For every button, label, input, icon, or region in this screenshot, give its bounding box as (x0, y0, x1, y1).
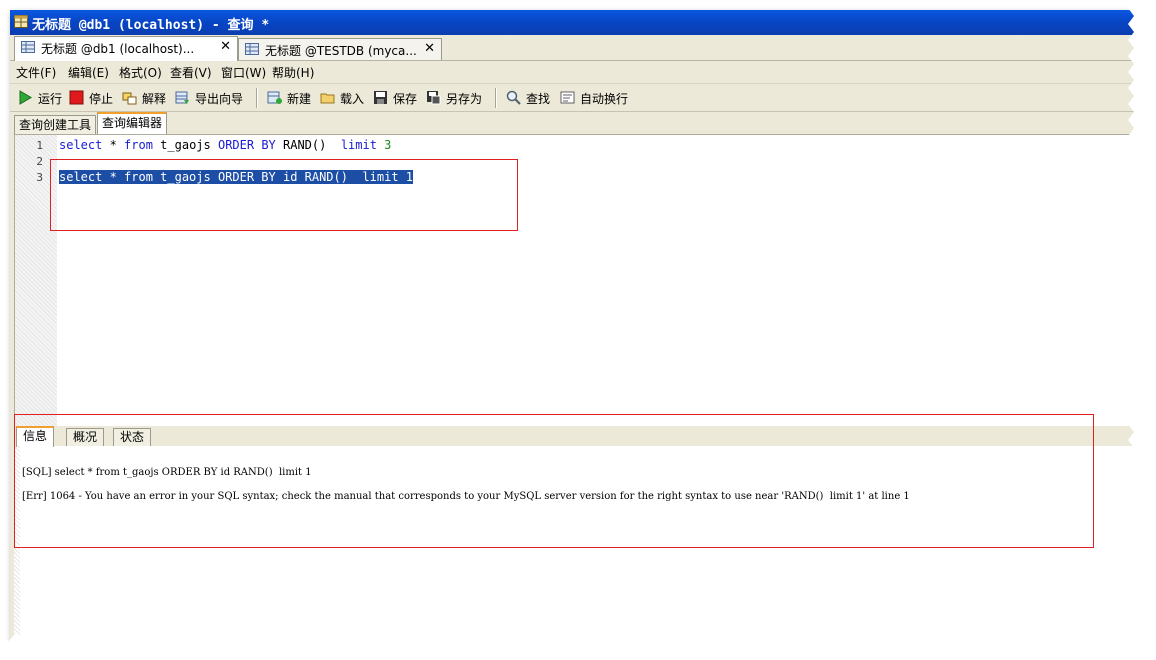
menu-format[interactable]: 格式(O) (119, 64, 162, 81)
export-wizard-button[interactable]: 导出向导 (175, 88, 249, 108)
word-wrap-button[interactable]: 自动换行 (560, 88, 634, 108)
highlight-box-error (14, 414, 1094, 548)
query-window: 无标题 @db1 (localhost) - 查询 * 无标题 @db1 (lo… (10, 10, 1138, 642)
menu-view[interactable]: 查看(V) (170, 64, 212, 81)
run-button[interactable]: 运行 (18, 88, 68, 108)
menu-window[interactable]: 窗口(W) (221, 64, 266, 81)
menu-edit[interactable]: 编辑(E) (68, 64, 109, 81)
torn-edge-bottom (0, 633, 1156, 660)
find-button[interactable]: 查找 (506, 88, 556, 108)
save-button[interactable]: 保存 (373, 88, 423, 108)
explain-icon (122, 92, 137, 105)
query-grid-icon (245, 43, 259, 55)
magnifier-icon (506, 90, 521, 105)
stop-button[interactable]: 停止 (69, 88, 119, 108)
play-icon (19, 90, 32, 105)
line-number: 3 (36, 171, 43, 184)
toolbar-separator (256, 88, 258, 108)
new-button[interactable]: 新建 (267, 88, 317, 108)
stop-icon (69, 90, 84, 105)
new-query-icon (267, 91, 282, 104)
doc-tab-label: 无标题 @db1 (localhost)... (41, 42, 195, 56)
word-wrap-icon (560, 91, 575, 104)
menu-help[interactable]: 帮助(H) (272, 64, 314, 81)
explain-button[interactable]: 解释 (122, 88, 172, 108)
folder-icon (320, 93, 335, 104)
query-grid-icon (21, 41, 35, 53)
menu-file[interactable]: 文件(F) (16, 64, 56, 81)
save-as-icon (427, 91, 441, 105)
editor-mode-tabs: 查询创建工具 查询编辑器 (10, 112, 1138, 135)
tab-query-editor[interactable]: 查询编辑器 (97, 112, 168, 135)
table-icon (14, 15, 28, 28)
export-icon (175, 91, 189, 104)
toolbar: 运行 停止 解释 导出向导 新建 载入 保存 另存为 查找 自动换行 (10, 84, 1138, 112)
window-title: 无标题 @db1 (localhost) - 查询 * (32, 18, 270, 33)
toolbar-separator (495, 88, 497, 108)
doc-tab-db1[interactable]: 无标题 @db1 (localhost)... ✕ (14, 36, 238, 61)
doc-tab-label: 无标题 @TESTDB (myca... (265, 44, 417, 58)
menu-bar: 文件(F) 编辑(E) 格式(O) 查看(V) 窗口(W) 帮助(H) (10, 61, 1138, 84)
line-number: 1 (36, 139, 43, 152)
torn-edge-right (1128, 0, 1156, 660)
save-disk-icon (374, 91, 387, 104)
document-tabs: 无标题 @db1 (localhost)... ✕ 无标题 @TESTDB (m… (10, 36, 1138, 61)
title-bar[interactable]: 无标题 @db1 (localhost) - 查询 * (10, 10, 1138, 35)
line-number: 2 (36, 155, 43, 168)
doc-tab-testdb[interactable]: 无标题 @TESTDB (myca... ✕ (238, 38, 442, 60)
load-button[interactable]: 载入 (320, 88, 370, 108)
close-icon[interactable]: ✕ (220, 39, 231, 54)
tab-query-builder[interactable]: 查询创建工具 (14, 115, 97, 134)
save-as-button[interactable]: 另存为 (426, 88, 488, 108)
close-icon[interactable]: ✕ (424, 41, 435, 56)
code-line-1: select * from t_gaojs ORDER BY RAND() li… (59, 138, 392, 152)
highlight-box-query (50, 159, 518, 231)
